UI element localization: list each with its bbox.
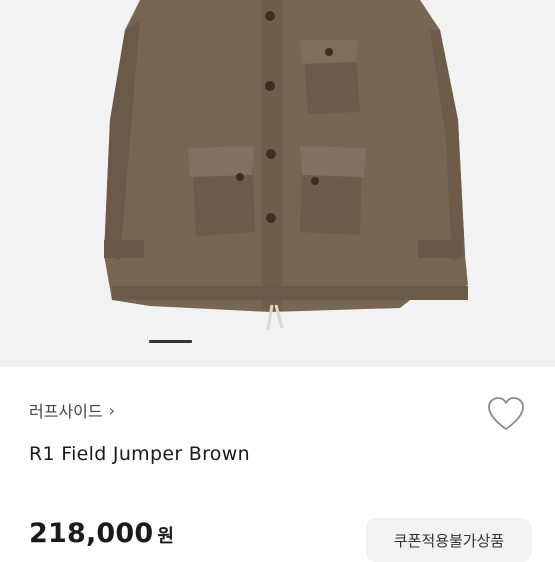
coupon-status-badge[interactable]: 쿠폰적용불가상품	[366, 518, 532, 562]
chevron-right-icon: ›	[108, 400, 116, 420]
heart-outline-icon[interactable]	[486, 396, 526, 432]
product-image	[0, 0, 555, 367]
brand-name: 러프사이드	[29, 402, 103, 421]
product-price: 218,000	[29, 518, 154, 549]
product-image-carousel[interactable]	[0, 0, 555, 367]
price-currency: 원	[157, 526, 174, 547]
brand-link[interactable]: 러프사이드 ›	[29, 398, 115, 422]
product-title: R1 Field Jumper Brown	[29, 443, 250, 465]
carousel-indicator[interactable]	[149, 340, 192, 343]
price-row: 218,000 원	[29, 518, 174, 549]
